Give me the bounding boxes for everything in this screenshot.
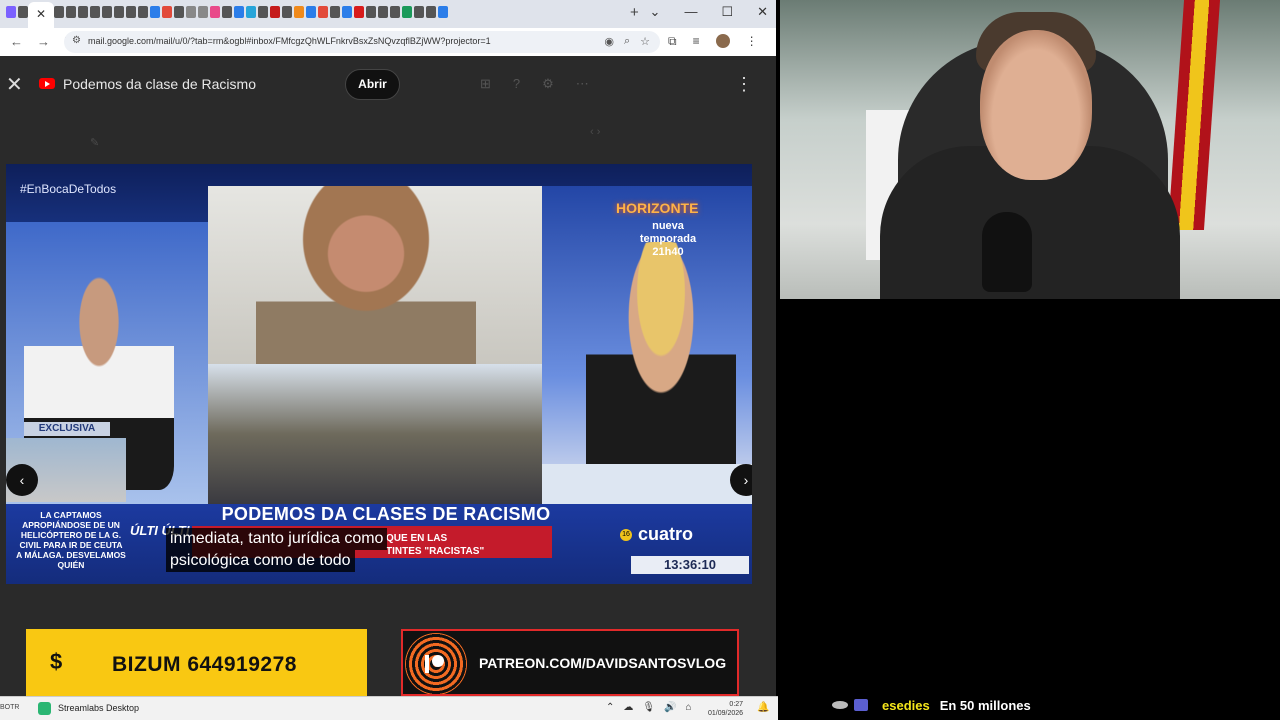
site-info-icon[interactable]: ⚙	[72, 35, 81, 46]
taskbar-time: 0:27	[729, 701, 744, 708]
ticker-left-text: LA CAPTAMOS APROPIÁNDOSE DE UN HELICÓPTE…	[16, 510, 126, 570]
center-speaker-image	[256, 186, 476, 364]
menu-kebab-icon[interactable]: ⋮	[746, 34, 758, 49]
media-icon[interactable]: ≡	[693, 34, 700, 49]
patreon-text: PATREON.COM/DAVIDSANTOSVLOG	[479, 655, 727, 671]
maximize-icon[interactable]: ☐	[721, 4, 733, 20]
more-options-icon[interactable]: ⋮	[732, 70, 756, 98]
chat-username: esedies	[882, 697, 930, 713]
bizum-text: BIZUM 644919278	[112, 653, 297, 676]
red-strip-text: QUE EN LAS TINTES "RACISTAS"	[386, 532, 484, 558]
chevron-down-icon[interactable]: ⌄	[650, 4, 661, 20]
youtube-icon	[39, 78, 55, 89]
dimmed-toolbar-icons: ⊞ ? ⚙ ⋯	[480, 76, 589, 92]
program-promo: nueva temporada 21h40	[628, 220, 708, 259]
stream-layout: ✕ + ⌄ — ☐ ✕ ← → ↻ ⚙ mail.google.com/mail…	[0, 0, 1280, 720]
url-icons: ◉ ⌕ ☆	[604, 35, 650, 48]
help-icon: ?	[512, 76, 521, 91]
previous-arrow-icon[interactable]: ‹	[6, 464, 38, 496]
subtitle-line-1: inmediata, tanto jurídica como	[166, 528, 388, 550]
active-tab-close-icon[interactable]: ✕	[28, 2, 54, 28]
back-arrow-icon[interactable]: ←	[10, 34, 23, 50]
volume-icon[interactable]: 🔊	[664, 702, 676, 713]
grid-icon: ⊞	[480, 76, 491, 91]
taskbar: BOTR Streamlabs Desktop ⌃ ☁ 🎙 🔊 ⌂ 0:27 0…	[0, 696, 778, 720]
program-name: HORIZONTE	[616, 200, 699, 216]
eye-icon[interactable]: ◉	[604, 35, 614, 48]
browser-window: ✕ + ⌄ — ☐ ✕ ← → ↻ ⚙ mail.google.com/mail…	[0, 0, 776, 696]
apps-icon: ⋯	[575, 76, 589, 91]
hashtag-label: #EnBocaDeTodos	[20, 182, 117, 196]
cloud-icon[interactable]: ☁	[623, 702, 633, 713]
broadcast-clock: 13:36:10	[631, 556, 749, 574]
subtitle-caption: inmediata, tanto jurídica como psicológi…	[166, 528, 388, 572]
program-season: nueva temporada	[639, 220, 697, 245]
taskbar-left-label: BOTR	[0, 704, 20, 711]
red-strip-text-top: QUE EN LAS	[386, 533, 448, 544]
compose-ghost: ✎	[90, 137, 100, 149]
video-title: Podemos da clase de Racismo	[63, 76, 256, 92]
forward-arrow-icon[interactable]: →	[37, 34, 50, 50]
chat-text: En 50 millones	[939, 697, 1031, 713]
police-footage	[208, 364, 542, 504]
webcam-feed	[780, 0, 1280, 299]
bizum-banner: $ BIZUM 644919278	[26, 629, 367, 696]
new-tab-button[interactable]: +	[630, 4, 639, 21]
taskbar-app-label[interactable]: Streamlabs Desktop	[58, 703, 139, 713]
overlay-header: ✕ Podemos da clase de Racismo Abrir ⊞ ? …	[0, 56, 776, 112]
exclusive-label: EXCLUSIVA	[24, 422, 110, 436]
close-overlay-icon[interactable]: ✕	[6, 72, 23, 97]
chevron-up-icon[interactable]: ⌃	[606, 702, 614, 713]
patreon-icon	[425, 655, 445, 675]
settings-icon: ⚙	[542, 76, 554, 91]
patreon-banner: PATREON.COM/DAVIDSANTOSVLOG	[401, 629, 739, 696]
tab-strip: ✕ + ⌄ — ☐ ✕	[0, 0, 776, 28]
taskbar-clock[interactable]: 0:27 01/09/2026	[708, 700, 743, 718]
open-button[interactable]: Abrir	[345, 69, 400, 100]
headline-text: PODEMOS DA CLASES DE RACISMO	[221, 504, 551, 524]
chat-message: esedies En 50 millones	[832, 696, 1031, 714]
video-player[interactable]: #EnBocaDeTodos EXCLUSIVA HORIZONTE nueva…	[6, 164, 752, 584]
address-bar: ← → ↻ ⚙ mail.google.com/mail/u/0/?tab=rm…	[0, 28, 776, 56]
channel-name: cuatro	[638, 524, 694, 544]
badge-icon	[832, 701, 848, 709]
streamlabs-icon[interactable]	[38, 702, 51, 715]
subscriber-badge-icon	[854, 699, 868, 711]
url-field[interactable]: ⚙ mail.google.com/mail/u/0/?tab=rm&ogbl#…	[64, 31, 660, 53]
notification-icon[interactable]: 🔔	[757, 702, 769, 713]
dollar-icon: $	[50, 649, 63, 674]
red-strip-text-bottom: TINTES "RACISTAS"	[386, 546, 485, 557]
profile-avatar[interactable]	[715, 34, 730, 48]
microphone	[982, 212, 1032, 292]
tab-favicons[interactable]	[6, 6, 448, 20]
zoom-icon[interactable]: ⌕	[624, 35, 630, 48]
presenter-image	[586, 242, 736, 492]
channel-logo: cuatro	[620, 524, 693, 545]
browser-toolbar: ⧉ ≡ ⋮	[668, 34, 758, 49]
gmail-video-overlay: ✎ ‹ › ✕ Podemos da clase de Racismo Abri…	[0, 56, 776, 696]
extensions-icon[interactable]: ⧉	[668, 34, 677, 49]
minimize-icon[interactable]: —	[684, 4, 697, 20]
program-time: 21h40	[652, 246, 684, 258]
subtitle-line-2: psicológica como de todo	[166, 550, 355, 572]
studio-desk	[542, 464, 752, 504]
microphone-icon[interactable]: 🎙	[642, 702, 655, 713]
network-icon[interactable]: ⌂	[686, 702, 692, 713]
taskbar-date: 01/09/2026	[708, 710, 744, 717]
bookmark-star-icon[interactable]: ☆	[640, 35, 650, 48]
url-text: mail.google.com/mail/u/0/?tab=rm&ogbl#in…	[88, 36, 491, 46]
flag	[1167, 0, 1221, 230]
close-window-icon[interactable]: ✕	[757, 4, 768, 20]
streamer-face	[980, 30, 1092, 180]
pager-ghost: ‹ ›	[590, 126, 601, 138]
system-tray: ⌃ ☁ 🎙 🔊 ⌂	[606, 702, 692, 713]
window-controls: ⌄ — ☐ ✕	[650, 4, 768, 20]
